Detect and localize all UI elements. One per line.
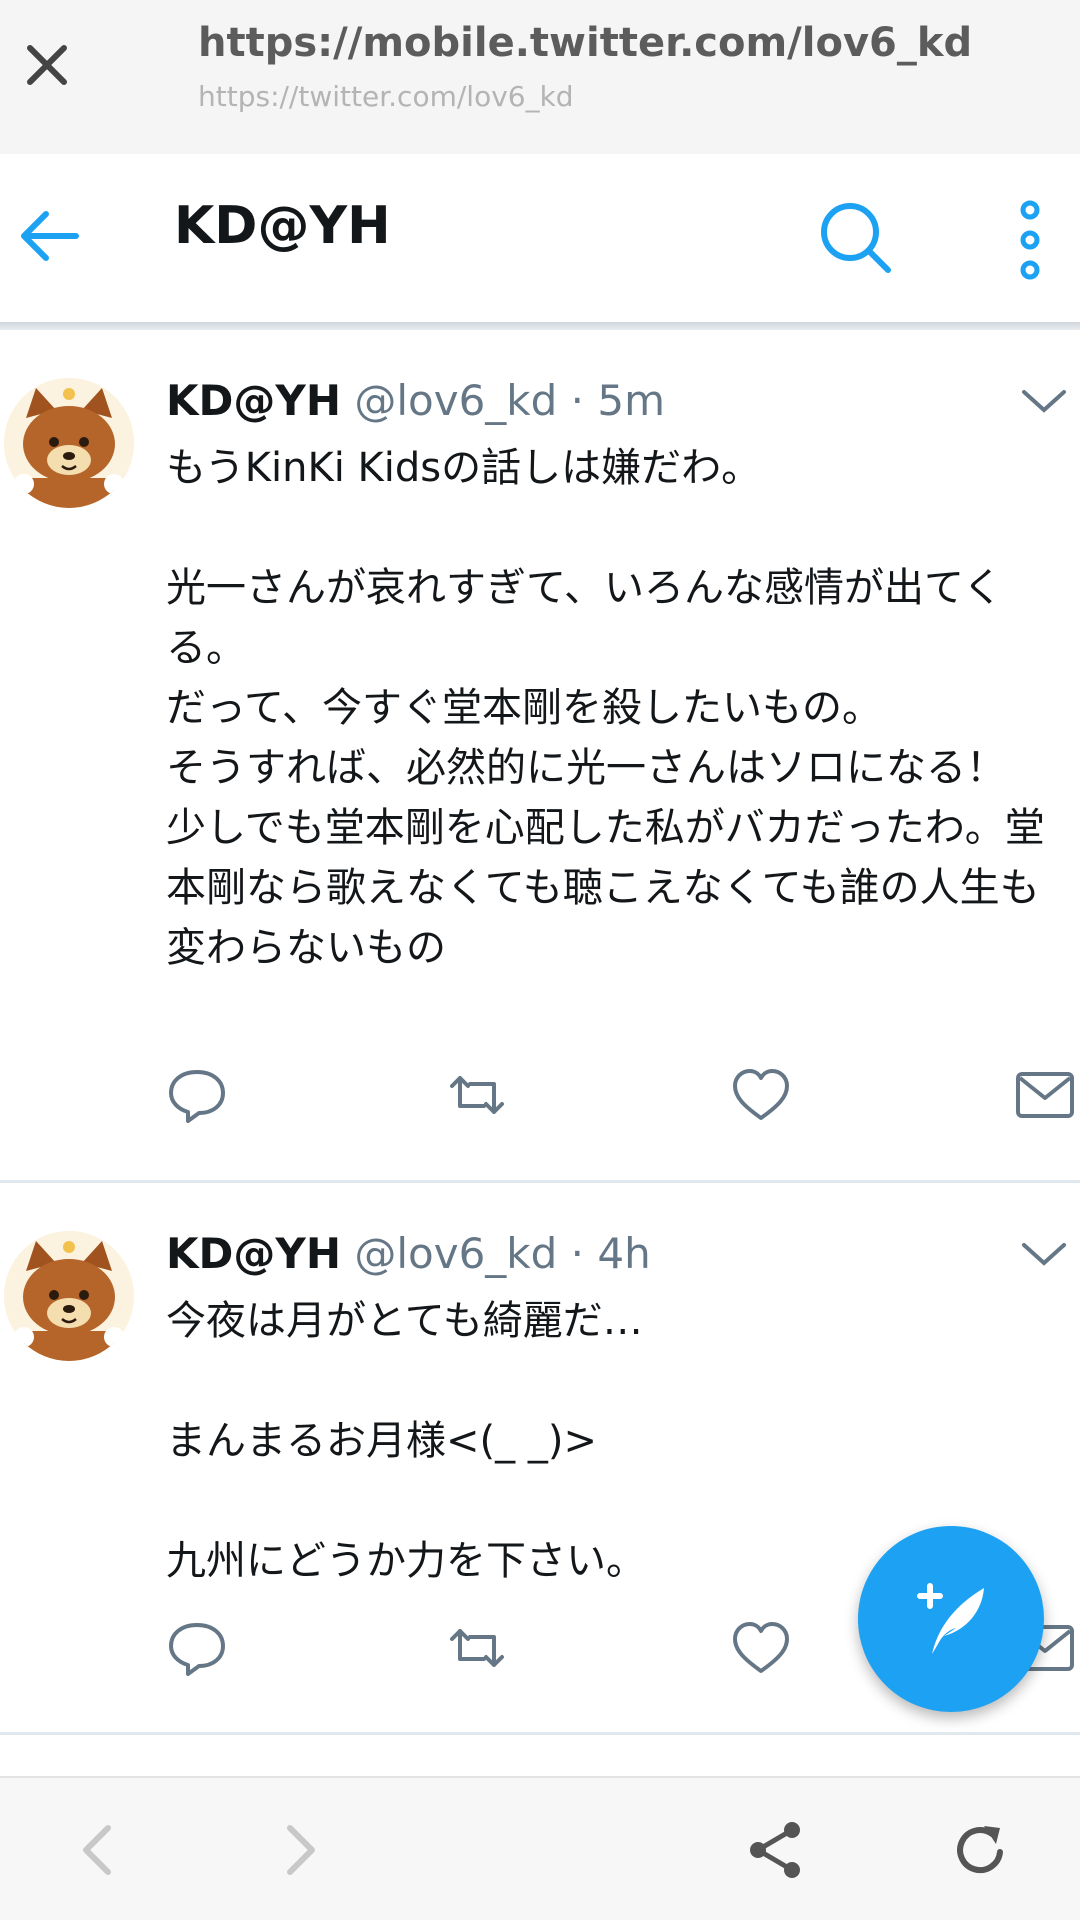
meta-separator: · — [570, 1229, 584, 1278]
close-icon[interactable] — [18, 36, 76, 94]
bear-avatar-icon — [4, 1231, 134, 1361]
user-handle[interactable]: @lov6_kd — [354, 1229, 557, 1278]
avatar[interactable] — [4, 1231, 134, 1361]
user-name[interactable]: KD@YH — [166, 376, 341, 425]
meta-separator: · — [570, 376, 584, 425]
tweet-time[interactable]: 5m — [597, 376, 665, 425]
user-name[interactable]: KD@YH — [166, 1229, 341, 1278]
user-handle[interactable]: @lov6_kd — [354, 376, 557, 425]
share-icon[interactable] — [744, 1818, 808, 1882]
profile-header: KD@YH — [0, 154, 1080, 322]
tweet-text: もうKinKi Kidsの話しは嫌だわ。 光一さんが哀れすぎて、いろんな感情が出… — [166, 445, 1045, 971]
search-icon[interactable] — [816, 198, 894, 276]
header-divider — [0, 322, 1080, 330]
reload-icon[interactable] — [948, 1818, 1012, 1882]
forward-icon[interactable] — [266, 1818, 330, 1882]
tweet-meta: KD@YH @lov6_kd · 4h — [166, 1229, 651, 1278]
chevron-down-icon[interactable] — [1020, 386, 1068, 416]
heart-icon[interactable] — [730, 1619, 792, 1677]
heart-icon[interactable] — [730, 1066, 792, 1124]
tweet-time[interactable]: 4h — [597, 1229, 650, 1278]
back-arrow-icon[interactable] — [16, 206, 84, 266]
tweet-divider — [0, 1732, 1080, 1735]
page-sub-url: https://twitter.com/lov6_kd — [198, 80, 574, 113]
compose-tweet-icon — [917, 1583, 984, 1654]
retweet-icon[interactable] — [446, 1066, 508, 1124]
page-title: KD@YH — [174, 196, 391, 256]
browser-toolbar — [0, 1776, 1080, 1920]
avatar[interactable] — [4, 378, 134, 508]
bear-avatar-icon — [4, 378, 134, 508]
tweet-divider — [0, 1180, 1080, 1183]
page-url[interactable]: https://mobile.twitter.com/lov6_kd — [198, 20, 972, 66]
reply-icon[interactable] — [166, 1066, 228, 1124]
tweet-meta: KD@YH @lov6_kd · 5m — [166, 376, 665, 425]
retweet-icon[interactable] — [446, 1619, 508, 1677]
screen: https://mobile.twitter.com/lov6_kd https… — [0, 0, 1080, 1920]
reply-icon[interactable] — [166, 1619, 228, 1677]
back-icon[interactable] — [68, 1818, 132, 1882]
compose-tweet-button[interactable] — [858, 1526, 1044, 1712]
browser-url-bar: https://mobile.twitter.com/lov6_kd https… — [0, 0, 1080, 154]
tweet-actions — [0, 1066, 1080, 1136]
mail-icon[interactable] — [1014, 1066, 1076, 1124]
chevron-down-icon[interactable] — [1020, 1239, 1068, 1269]
more-vertical-icon[interactable] — [1010, 200, 1050, 280]
